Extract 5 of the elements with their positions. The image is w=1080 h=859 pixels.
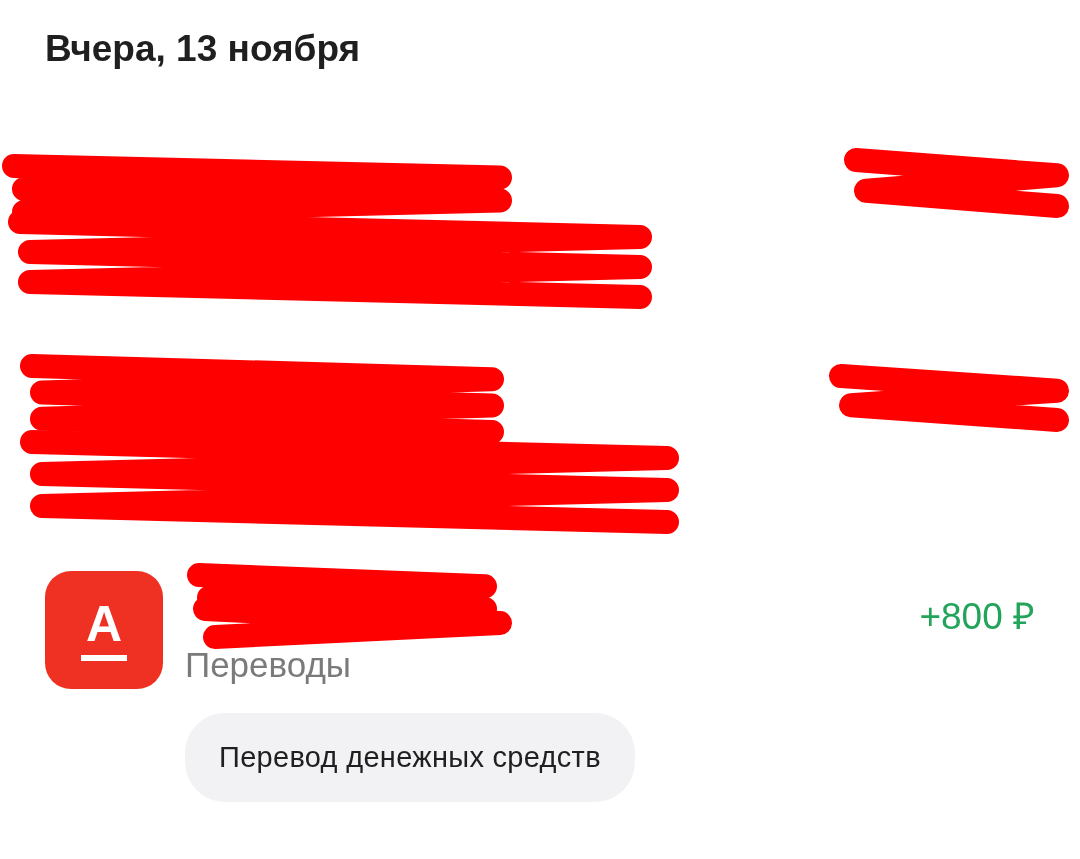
bank-logo-icon: А (45, 571, 163, 689)
date-header: Вчера, 13 ноября (44, 27, 362, 71)
transaction-category: Переводы (185, 645, 352, 685)
transaction-note: Перевод денежных средств (185, 713, 635, 802)
transaction-amount: +800 ₽ (919, 595, 1035, 639)
